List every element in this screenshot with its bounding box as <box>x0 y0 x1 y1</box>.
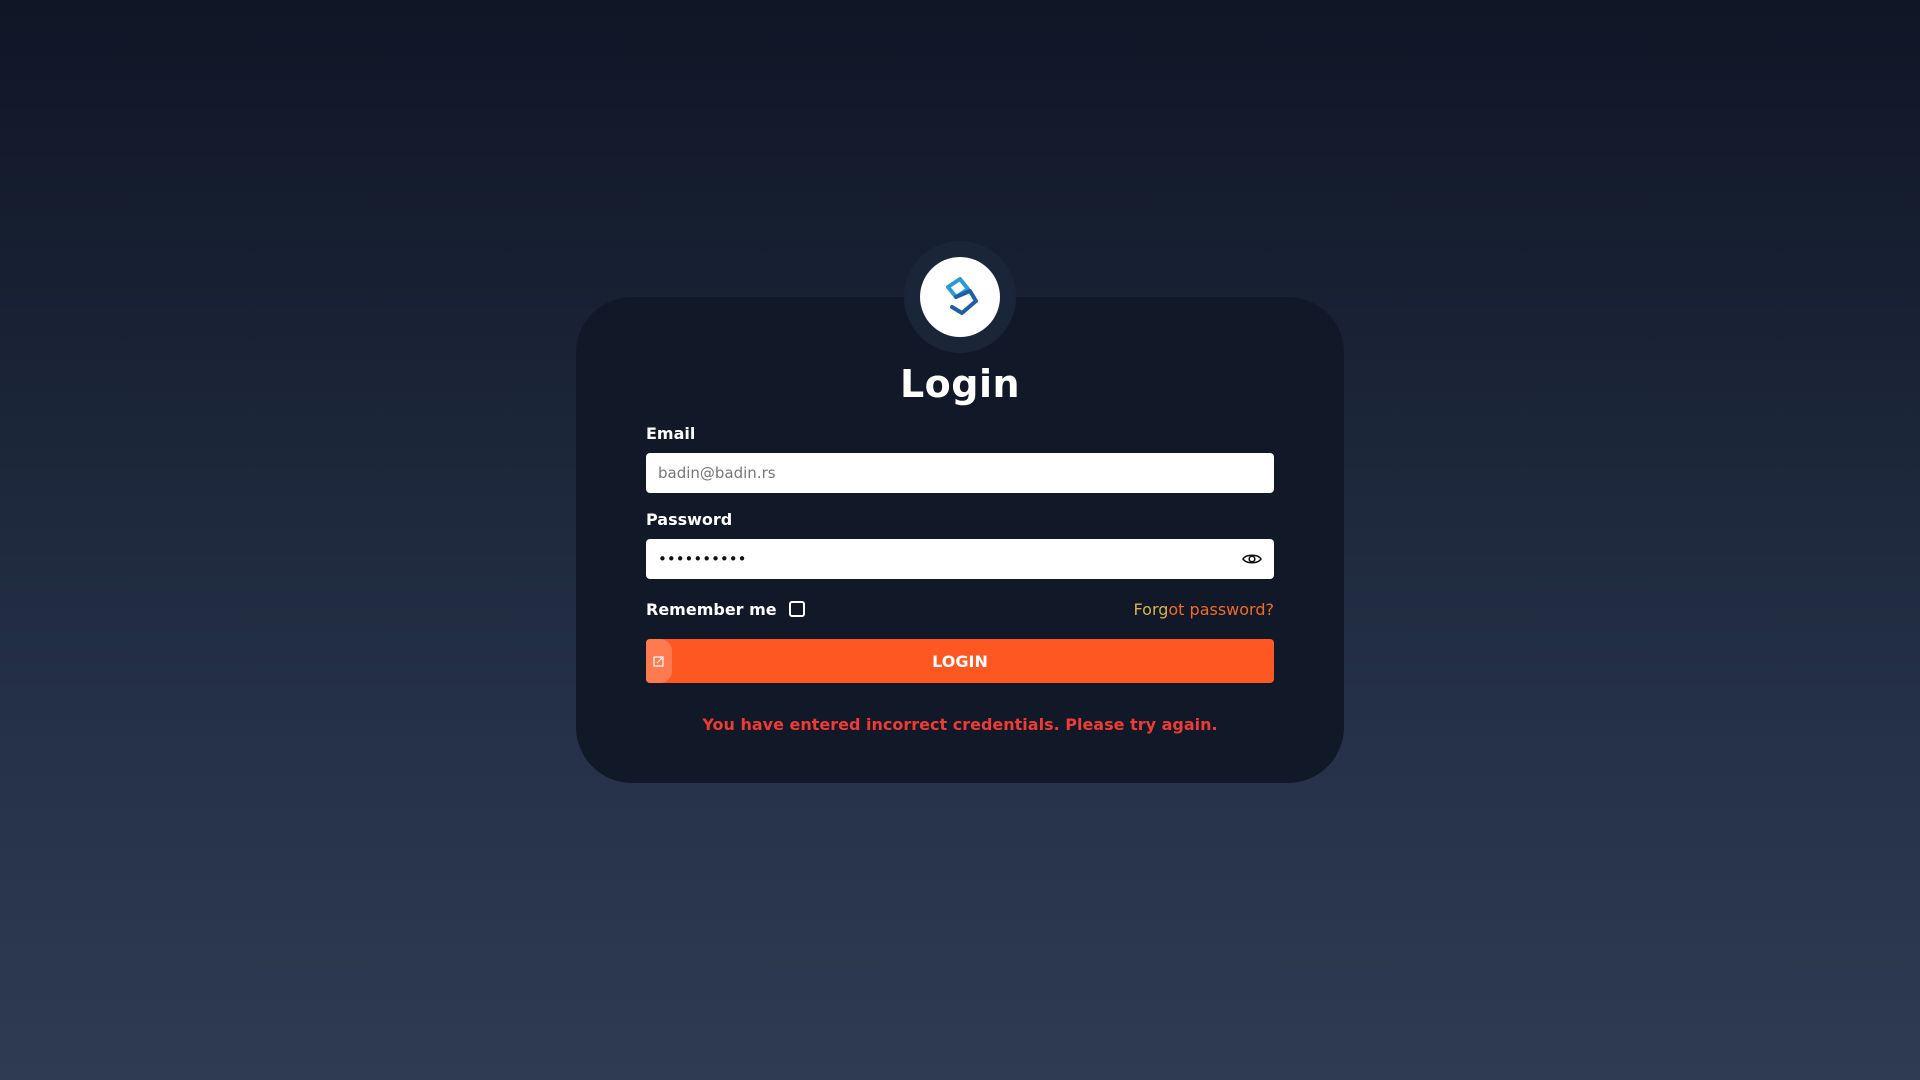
email-field[interactable] <box>656 463 1264 483</box>
forgot-password-rest: ot password? <box>1168 599 1274 619</box>
options-row: Remember me Forgot password? <box>646 598 1274 620</box>
remember-me-label: Remember me <box>646 599 777 619</box>
show-password-button[interactable] <box>1240 547 1264 571</box>
error-message: You have entered incorrect credentials. … <box>702 715 1218 734</box>
logo-ring <box>904 241 1016 353</box>
password-label: Password <box>646 510 733 529</box>
password-field[interactable] <box>656 549 1240 569</box>
page-title: Login <box>899 362 1021 406</box>
remember-me-checkbox[interactable] <box>788 601 805 617</box>
login-button-tab <box>646 639 672 683</box>
email-field-container <box>646 453 1274 493</box>
eye-icon <box>1242 554 1262 564</box>
email-label: Email <box>646 424 696 443</box>
password-field-container <box>646 539 1274 579</box>
forgot-password-prefix: Forg <box>1133 599 1169 619</box>
remember-me: Remember me <box>646 600 805 619</box>
badin-logo-icon <box>946 277 978 315</box>
forgot-password-link[interactable]: Forgot password? <box>1134 600 1274 619</box>
login-button[interactable]: LOGIN <box>646 639 1274 683</box>
edit-icon <box>653 656 664 667</box>
logo-circle <box>920 257 1000 337</box>
login-button-label: LOGIN <box>932 651 988 671</box>
